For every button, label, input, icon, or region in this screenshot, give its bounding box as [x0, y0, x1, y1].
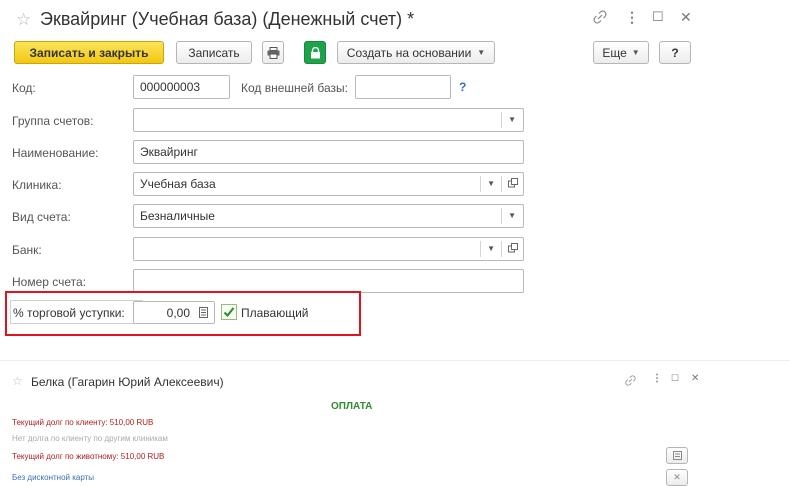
name-label: Наименование:	[12, 146, 99, 160]
external-code-label: Код внешней базы:	[241, 81, 348, 95]
account-group-label: Группа счетов:	[12, 114, 94, 128]
account-type-select[interactable]: Безналичные ▼	[133, 204, 524, 228]
create-based-on-button[interactable]: Создать на основании ▼	[337, 41, 495, 64]
bank-label: Банк:	[12, 243, 42, 257]
maximize-icon[interactable]: ☐	[652, 9, 664, 25]
details-button[interactable]	[666, 447, 688, 464]
help-button[interactable]: ?	[659, 41, 691, 64]
account-number-label: Номер счета:	[12, 275, 87, 289]
clinic-value: Учебная база	[140, 177, 216, 191]
save-and-close-button[interactable]: Записать и закрыть	[14, 41, 164, 64]
more-label: Еще	[602, 45, 627, 60]
link-icon[interactable]	[625, 373, 636, 391]
calculator-icon[interactable]	[199, 307, 208, 321]
discount-label: % торговой уступки:	[13, 306, 125, 320]
printer-icon	[267, 46, 279, 59]
name-input[interactable]: Эквайринг	[133, 140, 524, 164]
favorite-star-icon[interactable]: ☆	[16, 10, 31, 30]
more-menu-icon[interactable]: ⋮	[652, 373, 662, 384]
code-label: Код:	[12, 81, 36, 95]
divider	[480, 241, 481, 257]
payment-heading: ОПЛАТА	[331, 401, 373, 412]
clinic-select[interactable]: Учебная база ▼	[133, 172, 524, 196]
document-window: ☆ Эквайринг (Учебная база) (Денежный сче…	[0, 0, 790, 345]
divider	[501, 241, 502, 257]
chevron-down-icon: ▼	[631, 48, 640, 57]
code-input[interactable]: 000000003	[133, 75, 230, 99]
chevron-down-icon[interactable]: ▼	[487, 244, 495, 253]
link-icon[interactable]	[593, 10, 607, 27]
divider	[501, 176, 502, 192]
lock-button[interactable]	[304, 41, 326, 64]
divider	[480, 176, 481, 192]
client-debt-text: Текущий долг по клиенту: 510,00 RUB	[12, 418, 154, 427]
account-number-input[interactable]	[133, 269, 524, 293]
close-icon[interactable]: ✕	[691, 373, 699, 384]
pet-window: ☆ Белка (Гагарин Юрий Алексеевич) ⋮ ☐ ✕ …	[0, 360, 790, 486]
other-clinics-debt-text: Нет долга по клиенту по другим клиникам	[12, 434, 168, 443]
divider	[501, 112, 502, 128]
more-button[interactable]: Еще ▼	[593, 41, 649, 64]
account-type-value: Безналичные	[140, 209, 215, 223]
open-icon[interactable]	[508, 177, 518, 191]
save-button[interactable]: Записать	[176, 41, 252, 64]
discount-value: 0,00	[166, 305, 190, 320]
chevron-down-icon[interactable]: ▼	[487, 179, 495, 188]
clinic-label: Клиника:	[12, 178, 62, 192]
lock-icon	[310, 46, 320, 58]
account-group-select[interactable]: ▼	[133, 108, 524, 132]
pet-debt-text: Текущий долг по животному: 510,00 RUB	[12, 452, 165, 461]
chevron-down-icon[interactable]: ▼	[508, 211, 516, 220]
more-menu-icon[interactable]: ⋮	[625, 9, 639, 26]
chevron-down-icon: ▼	[477, 48, 486, 57]
list-icon	[672, 451, 682, 460]
favorite-star-icon[interactable]: ☆	[12, 374, 23, 388]
close-icon[interactable]: ✕	[680, 9, 692, 26]
external-code-input[interactable]	[355, 75, 451, 99]
discount-input[interactable]: 0,00	[133, 301, 215, 324]
checkmark-icon	[223, 307, 235, 317]
print-button[interactable]	[262, 41, 284, 64]
open-icon[interactable]	[508, 242, 518, 256]
floating-label: Плавающий	[241, 306, 309, 320]
window-title: Эквайринг (Учебная база) (Денежный счет)…	[40, 9, 415, 29]
divider	[501, 208, 502, 224]
account-type-label: Вид счета:	[12, 210, 71, 224]
bank-select[interactable]: ▼	[133, 237, 524, 261]
maximize-icon[interactable]: ☐	[671, 373, 679, 384]
create-based-on-label: Создать на основании	[346, 45, 472, 60]
help-icon[interactable]: ?	[459, 80, 466, 94]
chevron-down-icon[interactable]: ▼	[508, 115, 516, 124]
floating-checkbox[interactable]	[221, 304, 237, 320]
pet-window-title: Белка (Гагарин Юрий Алексеевич)	[31, 375, 224, 389]
